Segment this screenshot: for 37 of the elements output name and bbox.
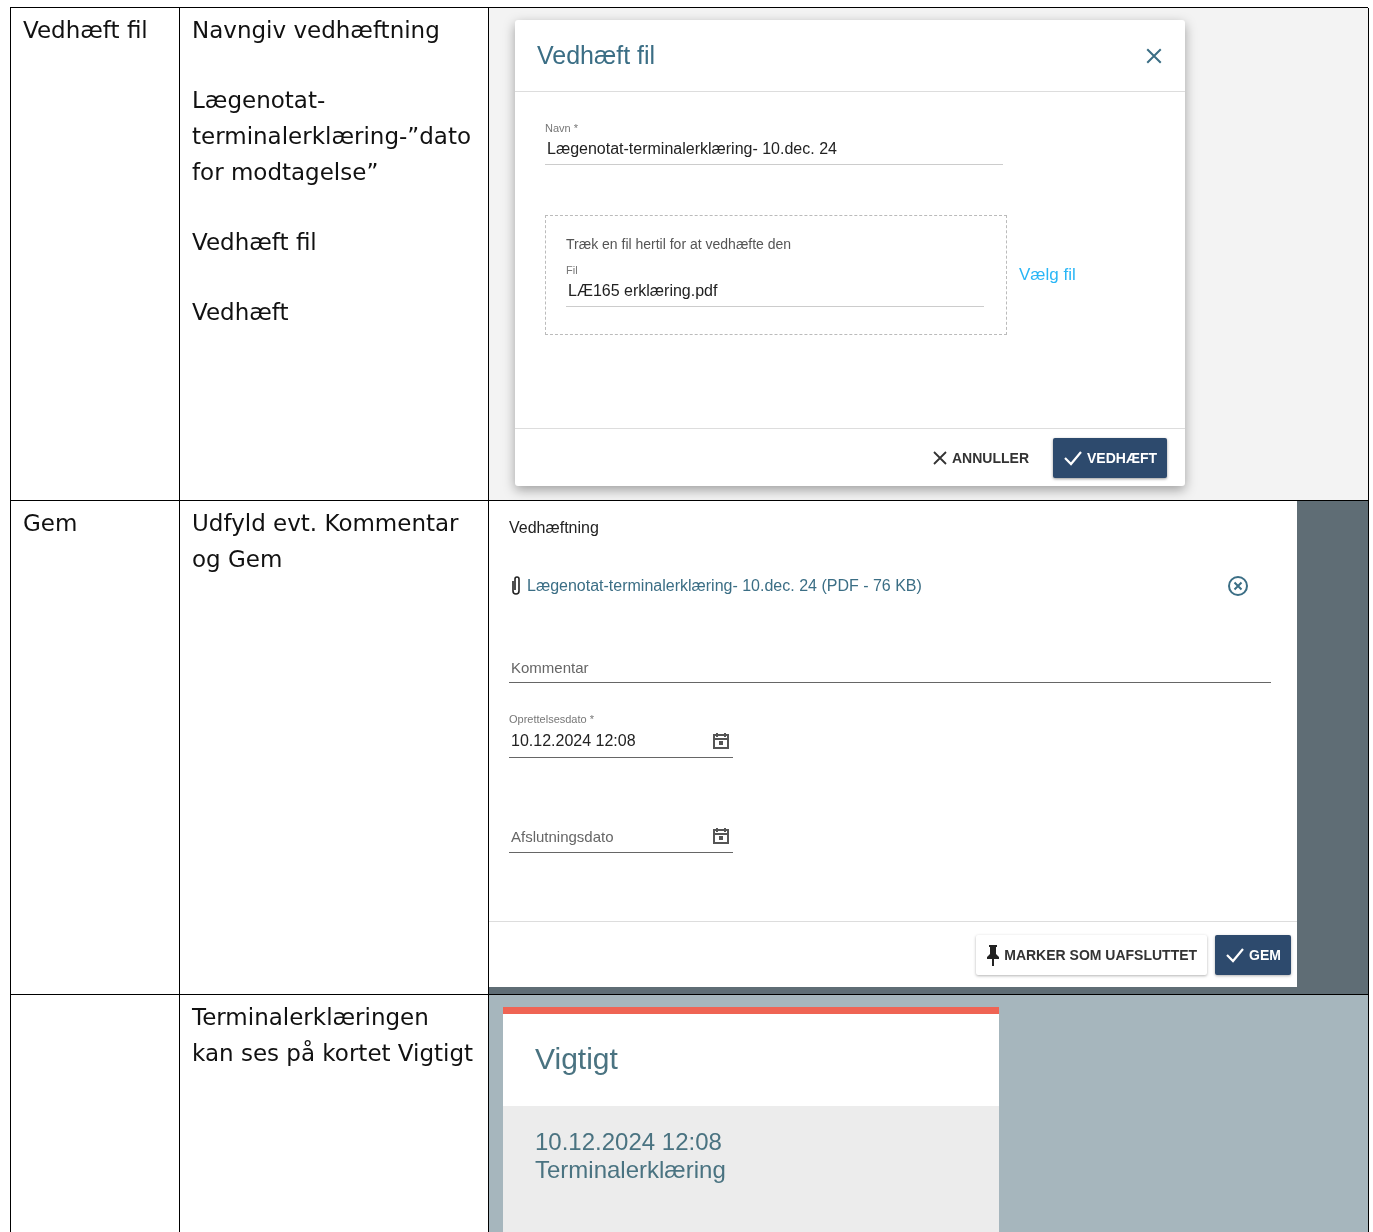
instruction-text: Navngiv vedhæftning	[192, 16, 441, 45]
close-button[interactable]	[1145, 46, 1163, 65]
section-title: Vedhæftning	[509, 519, 600, 537]
close-icon	[932, 449, 948, 466]
file-field[interactable]: LÆ165 erklæring.pdf	[566, 276, 984, 307]
step-text: Gem	[23, 509, 79, 538]
instruction-text: Vedhæft	[192, 298, 290, 327]
instruction-text: Vedhæft fil	[192, 228, 318, 257]
instruction-text: Lægenotat-terminalerklæring-”dato for modtagelse”	[192, 86, 472, 187]
check-icon	[1063, 449, 1083, 466]
date-field[interactable]: 10.12.2024 12:08	[509, 725, 733, 758]
attachment-link[interactable]: Lægenotat-terminalerklæring- 10.dec. 24 (PDF - 76 KB)	[527, 577, 1223, 595]
paperclip-icon	[509, 575, 523, 597]
dialog-title: Vedhæft fil	[537, 41, 656, 70]
instruction-text: Udfyld evt. Kommentar og Gem	[192, 509, 460, 574]
confirm-button[interactable]: GEM	[1215, 934, 1291, 975]
calendar-icon[interactable]	[711, 731, 731, 751]
entry-date: 10.12.2024 12:08	[535, 1128, 723, 1156]
field-label: Navn *	[545, 122, 580, 134]
date-field[interactable]: Afslutningsdato	[509, 820, 733, 853]
entry-text: Terminalerklæring	[535, 1156, 727, 1184]
confirm-button[interactable]: VEDHÆFT	[1053, 437, 1167, 478]
instruction-text: Terminalerklæringen kan ses på kortet Vigtigt	[192, 1003, 475, 1068]
comment-field[interactable]: Kommentar	[509, 653, 1271, 683]
field-label: Fil	[566, 264, 579, 276]
step-text: Vedhæft fil	[23, 16, 149, 45]
drop-zone[interactable]: Træk en fil hertil for at vedhæfte den Fil LÆ165 erklæring.pdf	[545, 215, 1007, 335]
pin-icon	[986, 943, 1001, 966]
remove-icon[interactable]	[1227, 575, 1249, 597]
card-title: Vigtigt	[534, 1041, 619, 1077]
drop-hint: Træk en fil hertil for at vedhæfte den	[566, 236, 793, 252]
field-label: Oprettelsesdato *	[509, 713, 595, 725]
name-field[interactable]: Lægenotat-terminalerklæring- 10.dec. 24	[545, 134, 1003, 165]
mark-unfinished-button[interactable]: MARKER SOM UAFSLUTTET	[976, 934, 1208, 975]
close-icon	[1145, 46, 1163, 65]
check-icon	[1225, 946, 1246, 963]
calendar-icon[interactable]	[711, 826, 731, 846]
